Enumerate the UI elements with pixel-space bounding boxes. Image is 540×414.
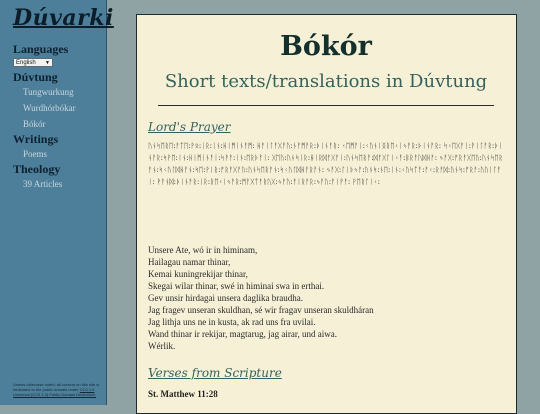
sidebar-item-wurdhorbokar[interactable]: Wurdhórbókar bbox=[23, 100, 106, 116]
language-select[interactable]: English ▼ bbox=[13, 58, 53, 67]
prayer-text: Unsere Ate, wó ir in himinam, Hailagau n… bbox=[148, 244, 504, 352]
prayer-line: Unsere Ate, wó ir in himinam, bbox=[148, 245, 258, 255]
prayer-line: Hailagau namar thinar, bbox=[148, 257, 231, 267]
languages-heading: Languages bbox=[13, 42, 69, 56]
chevron-down-icon: ▼ bbox=[45, 60, 50, 66]
main-content: Bókór Short texts/translations in Dúvtun… bbox=[136, 14, 517, 414]
prayer-line: Jag lithja uns ne in kusta, ak rad uns f… bbox=[148, 317, 316, 327]
sidebar: Dúvarki Languages English ▼ Dúvtung Tung… bbox=[0, 0, 113, 405]
section-heading-lords-prayer: Lord's Prayer bbox=[148, 120, 231, 134]
prayer-line: Wand thinar ir rekijar, magtarug, jag ai… bbox=[148, 329, 337, 339]
divider bbox=[158, 105, 494, 106]
site-logo[interactable]: Dúvarki bbox=[13, 6, 113, 30]
runic-text: ᚢᚾᛋᛖᚱᛖ:ᚨᛏᛖ:ᚹᛟ:ᛁᚱ:ᛁᚾ:ᚺᛁᛗᛁᚾᚨᛗ: ᚺᚨᛁᛚᚨᚷᚨᚢ:ᚾᚨ… bbox=[148, 142, 503, 186]
sidebar-item-poems[interactable]: Poems bbox=[23, 146, 106, 162]
prayer-line: Skegai wilar thinar, swé in himinai swa … bbox=[148, 281, 325, 291]
license-footer: Unless otherwise noted, all content on t… bbox=[13, 382, 103, 397]
prayer-line: Gev unsir hirdagai unsera daglika braudh… bbox=[148, 293, 303, 303]
sidebar-item-tungwurkung[interactable]: Tungwurkung bbox=[23, 84, 106, 100]
language-select-value: English bbox=[16, 60, 36, 66]
prayer-line: Wérlik. bbox=[148, 341, 176, 351]
sidebar-item-bokor[interactable]: Bókór bbox=[23, 116, 106, 132]
verse-reference: St. Matthew 11:28 bbox=[148, 389, 218, 399]
prayer-line: Kemai kuningrekijar thinar, bbox=[148, 269, 248, 279]
page-subtitle: Short texts/translations in Dúvtung bbox=[164, 71, 488, 92]
theology-heading[interactable]: Theology bbox=[13, 162, 106, 176]
prayer-line: Jag fragev unseran skuldhan, sé wir frag… bbox=[148, 305, 374, 315]
page-title: Bókór bbox=[280, 31, 372, 62]
writings-heading[interactable]: Writings bbox=[13, 132, 106, 146]
sidebar-item-39-articles[interactable]: 39 Articles bbox=[23, 176, 106, 192]
duvtung-heading[interactable]: Dúvtung bbox=[13, 70, 106, 84]
section-heading-verses: Verses from Scripture bbox=[148, 366, 282, 380]
